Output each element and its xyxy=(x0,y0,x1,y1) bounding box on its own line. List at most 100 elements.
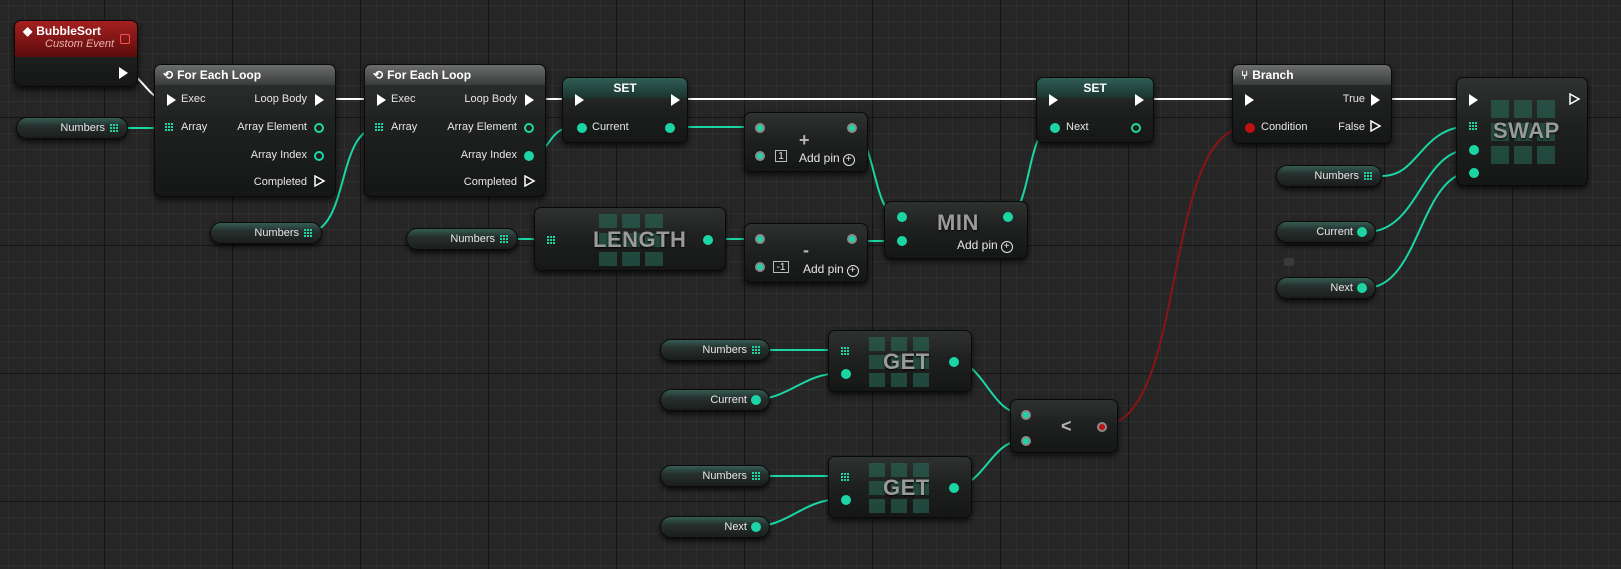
event-exec-out-pin[interactable] xyxy=(119,67,128,79)
array-grid-icon[interactable] xyxy=(1364,172,1373,181)
swap-second-index-pin[interactable] xyxy=(1469,168,1479,178)
set-exec-in-pin[interactable] xyxy=(575,94,584,106)
current-out-pin[interactable] xyxy=(1357,227,1367,237)
false-exec-out-pin[interactable] xyxy=(1370,120,1382,132)
numbers-getter[interactable]: Numbers xyxy=(406,228,518,250)
sub-out-pin[interactable] xyxy=(847,234,857,244)
exec-in-pin[interactable] xyxy=(377,94,386,106)
sub-constant[interactable]: -1 xyxy=(773,261,789,273)
array-index-label: Array Index xyxy=(460,149,517,161)
numbers-getter[interactable]: Numbers xyxy=(16,117,128,139)
plus-circle-icon: + xyxy=(842,154,855,166)
numbers-label: Numbers xyxy=(1314,170,1359,182)
set-value-in-pin[interactable] xyxy=(577,123,587,133)
set-current-node[interactable]: SET Current xyxy=(562,77,688,143)
min-out-pin[interactable] xyxy=(1003,212,1013,222)
sub-in-a-pin[interactable] xyxy=(755,234,765,244)
get-node[interactable]: GET xyxy=(828,456,972,518)
set-value-in-pin[interactable] xyxy=(1050,123,1060,133)
swap-node[interactable]: SWAP xyxy=(1456,77,1588,186)
set-exec-in-pin[interactable] xyxy=(1049,94,1058,106)
array-grid-icon[interactable] xyxy=(110,124,119,133)
add-pin-label: Add pin xyxy=(957,238,998,252)
array-grid-icon[interactable] xyxy=(304,229,313,238)
branch-exec-in-pin[interactable] xyxy=(1245,94,1254,106)
array-grid-icon[interactable] xyxy=(752,472,761,481)
condition-pin[interactable] xyxy=(1245,123,1255,133)
current-getter[interactable]: Current xyxy=(1276,221,1376,243)
less-out-pin[interactable] xyxy=(1097,422,1107,432)
next-out-pin[interactable] xyxy=(751,522,761,532)
current-getter[interactable]: Current xyxy=(660,389,770,411)
reroute-knot[interactable] xyxy=(1284,258,1294,266)
sub-in-b-pin[interactable] xyxy=(755,262,765,272)
next-getter[interactable]: Next xyxy=(1276,277,1376,299)
set-exec-out-pin[interactable] xyxy=(671,94,680,106)
array-index-pin[interactable] xyxy=(314,151,324,161)
for-each-loop-node[interactable]: ⟲ For Each Loop Exec Array Loop Body Arra… xyxy=(154,64,336,197)
swap-first-index-pin[interactable] xyxy=(1469,145,1479,155)
add-constant[interactable]: 1 xyxy=(775,150,787,162)
less-in-b-pin[interactable] xyxy=(1021,436,1031,446)
add-out-pin[interactable] xyxy=(847,123,857,133)
min-node[interactable]: MIN Add pin + xyxy=(884,201,1028,259)
add-pin-button[interactable]: Add pin + xyxy=(803,262,859,277)
length-array-in-pin[interactable] xyxy=(547,236,556,245)
completed-pin[interactable] xyxy=(314,175,326,187)
get-node[interactable]: GET xyxy=(828,330,972,392)
array-element-pin[interactable] xyxy=(524,123,534,133)
loop-body-pin[interactable] xyxy=(525,94,534,106)
numbers-label: Numbers xyxy=(702,470,747,482)
numbers-getter[interactable]: Numbers xyxy=(660,339,770,361)
array-element-pin[interactable] xyxy=(314,123,324,133)
array-in-pin[interactable] xyxy=(165,123,174,132)
completed-pin[interactable] xyxy=(524,175,536,187)
branch-node[interactable]: ⑂ Branch True Condition False xyxy=(1232,64,1392,144)
less-than-node[interactable]: < xyxy=(1010,399,1118,453)
get-array-in-pin[interactable] xyxy=(841,347,850,356)
add-pin-button[interactable]: Add pin + xyxy=(957,238,1013,253)
add-in-a-pin[interactable] xyxy=(755,123,765,133)
array-in-pin[interactable] xyxy=(375,123,384,132)
exec-label: Exec xyxy=(391,93,416,105)
get-out-pin[interactable] xyxy=(949,357,959,367)
for-each-loop-node[interactable]: ⟲ For Each Loop Exec Array Loop Body Arra… xyxy=(364,64,546,197)
swap-exec-in-pin[interactable] xyxy=(1469,94,1478,106)
get-out-pin[interactable] xyxy=(949,483,959,493)
set-value-out-pin[interactable] xyxy=(1131,123,1141,133)
exec-in-pin[interactable] xyxy=(167,94,176,106)
length-node[interactable]: LENGTH xyxy=(534,207,726,271)
subtract-node[interactable]: - -1 Add pin + xyxy=(744,223,868,283)
add-node[interactable]: + 1 Add pin + xyxy=(744,112,868,172)
swap-array-in-pin[interactable] xyxy=(1469,122,1478,131)
set-next-node[interactable]: SET Next xyxy=(1036,77,1154,143)
numbers-getter[interactable]: Numbers xyxy=(210,222,322,244)
add-in-b-pin[interactable] xyxy=(755,151,765,161)
set-exec-out-pin[interactable] xyxy=(1135,94,1144,106)
get-index-in-pin[interactable] xyxy=(841,369,851,379)
get-index-in-pin[interactable] xyxy=(841,495,851,505)
true-exec-out-pin[interactable] xyxy=(1371,94,1380,106)
array-grid-icon[interactable] xyxy=(752,346,761,355)
swap-exec-out-pin[interactable] xyxy=(1569,93,1581,105)
next-getter[interactable]: Next xyxy=(660,516,770,538)
loop-icon: ⟲ xyxy=(163,68,174,82)
numbers-getter[interactable]: Numbers xyxy=(660,465,770,487)
length-out-pin[interactable] xyxy=(703,235,713,245)
get-array-in-pin[interactable] xyxy=(841,473,850,482)
numbers-getter[interactable]: Numbers xyxy=(1276,165,1382,187)
less-in-a-pin[interactable] xyxy=(1021,410,1031,420)
event-header: ◆ BubbleSort Custom Event xyxy=(15,21,137,57)
set-next-label: Next xyxy=(1066,121,1089,133)
loop-body-pin[interactable] xyxy=(315,94,324,106)
array-index-pin[interactable] xyxy=(524,151,534,161)
next-out-pin[interactable] xyxy=(1357,283,1367,293)
current-label: Current xyxy=(710,394,747,406)
set-value-out-pin[interactable] xyxy=(665,123,675,133)
bubblesort-event-node[interactable]: ◆ BubbleSort Custom Event xyxy=(14,20,138,87)
min-in-a-pin[interactable] xyxy=(897,212,907,222)
array-grid-icon[interactable] xyxy=(500,235,509,244)
current-out-pin[interactable] xyxy=(751,395,761,405)
add-pin-button[interactable]: Add pin + xyxy=(799,151,855,166)
min-in-b-pin[interactable] xyxy=(897,236,907,246)
